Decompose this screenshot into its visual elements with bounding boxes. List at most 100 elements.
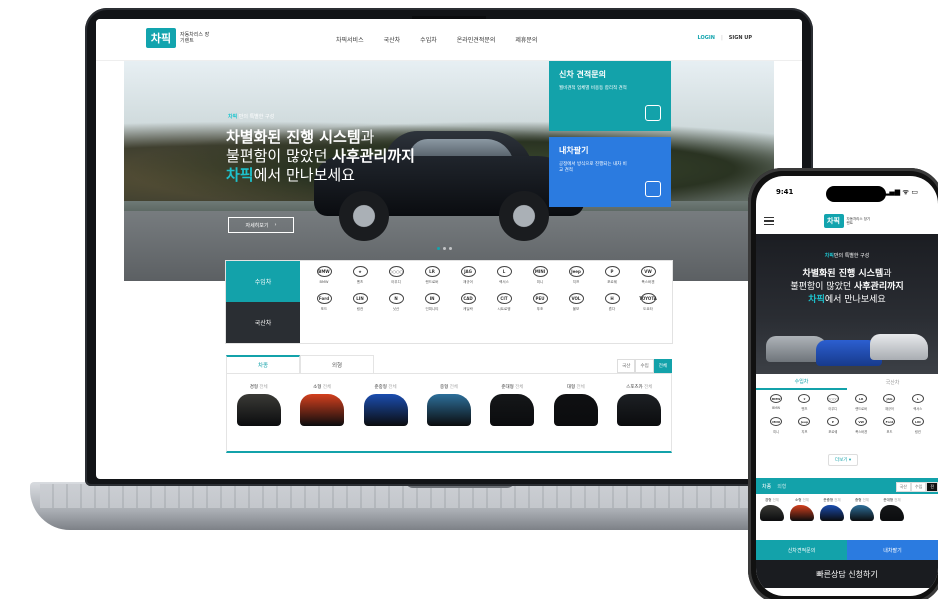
brand-name: 벤츠: [356, 280, 364, 284]
carousel-dots[interactable]: [437, 247, 452, 250]
brand-name: 렉서스: [499, 280, 509, 284]
brand-name: 미니: [536, 280, 544, 284]
vehicle-type-item[interactable]: 준대형 전체: [490, 384, 535, 451]
mobile-brand-item[interactable]: LR 랜드로버: [847, 394, 875, 411]
brand-name: 아우디: [828, 407, 838, 411]
mobile-new-car-quote-button[interactable]: 신차견적문의: [756, 540, 847, 560]
vehicle-type-item[interactable]: 준대형 전체: [880, 498, 904, 521]
laptop-brand-item[interactable]: LIN 링컨: [342, 293, 378, 312]
vehicle-type-item[interactable]: 대형 전체: [553, 384, 598, 451]
laptop-brand-item[interactable]: JAG 재규어: [450, 266, 486, 285]
laptop-brand-item[interactable]: PEU 푸조: [522, 293, 558, 312]
laptop-brand-item[interactable]: L 렉서스: [486, 266, 522, 285]
brand-logo-icon: L: [911, 394, 924, 403]
vehicle-type-item[interactable]: 중형 전체: [850, 498, 874, 521]
tab-car-type[interactable]: 차종: [226, 355, 300, 373]
menu-item-service[interactable]: 차픽서비스: [336, 35, 364, 44]
laptop-brand-item[interactable]: P 포르쉐: [594, 266, 630, 285]
tab-imported[interactable]: 수입차: [226, 261, 300, 302]
laptop-brand-item[interactable]: CAD 캐딜락: [450, 293, 486, 312]
laptop-brand-item[interactable]: VW 폭스바겐: [630, 266, 666, 285]
mobile-brand-item[interactable]: JAG 재규어: [875, 394, 903, 411]
brand-name: 렉서스: [913, 407, 923, 411]
laptop-brand-item[interactable]: TOYOTA 도요타: [630, 293, 666, 312]
laptop-brand-item[interactable]: MINI 미니: [522, 266, 558, 285]
tab-exterior[interactable]: 외형: [300, 355, 374, 373]
mobile-brand-item[interactable]: LIN 링컨: [904, 417, 932, 434]
signal-wifi-battery-icon: ▂▄▆ ᯤ ▭: [883, 188, 918, 196]
laptop-brand-item[interactable]: ○○○○ 아우디: [378, 266, 414, 285]
vehicle-type-item[interactable]: 스포츠카 전체: [617, 384, 662, 451]
mobile-filter-domestic[interactable]: 국산: [895, 482, 911, 492]
laptop-brand-item[interactable]: IN 인피니티: [414, 293, 450, 312]
vehicle-type-label: 준대형 전체: [501, 385, 524, 390]
more-info-button[interactable]: 자세히보기 ›: [228, 217, 294, 233]
site-logo[interactable]: 차픽 자동차리스 장기렌트: [146, 28, 210, 48]
laptop-brand-item[interactable]: BMW BMW: [306, 266, 342, 285]
menu-item-domestic[interactable]: 국산차: [384, 35, 401, 44]
mobile-filter-all[interactable]: 전: [926, 482, 938, 492]
laptop-brand-item[interactable]: LR 랜드로버: [414, 266, 450, 285]
brand-name: 재규어: [463, 280, 473, 284]
laptop-brand-item[interactable]: CIT 시트로엥: [486, 293, 522, 312]
hamburger-menu-icon[interactable]: [764, 217, 774, 225]
mobile-brand-item[interactable]: ★ 벤츠: [790, 394, 818, 411]
mobile-brand-item[interactable]: VW 폭스바겐: [847, 417, 875, 434]
vehicle-type-label: 준중형 전체: [823, 498, 841, 502]
filter-domestic[interactable]: 국산: [617, 359, 636, 373]
mobile-brand-grid: BMW BMW ★ 벤츠 ○○○○ 아우디 LR 랜드로버 JAG 재규어 L 렉서스 MINI 미니 Je…: [762, 394, 932, 434]
mobile-brand-item[interactable]: BMW BMW: [762, 394, 790, 411]
brand-name: 미니: [773, 430, 780, 434]
tab-domestic[interactable]: 국산차: [226, 302, 300, 343]
laptop-brand-item[interactable]: Ford 포드: [306, 293, 342, 312]
vehicle-thumbnail: [300, 394, 345, 426]
mobile-brand-item[interactable]: MINI 미니: [762, 417, 790, 434]
mobile-brand-item[interactable]: ○○○○ 아우디: [819, 394, 847, 411]
vehicle-type-label: 중형 전체: [854, 498, 870, 502]
mobile-sell-car-button[interactable]: 내차팔기: [847, 540, 938, 560]
login-link[interactable]: LOGIN: [698, 35, 715, 41]
brand-logo-icon: BMW: [316, 266, 332, 277]
vehicle-type-item[interactable]: 준중형 전체: [820, 498, 844, 521]
laptop-brand-item[interactable]: ★ 벤츠: [342, 266, 378, 285]
vehicle-type-item[interactable]: 소형 전체: [300, 384, 345, 451]
mobile-tab-imported[interactable]: 수입차: [756, 374, 847, 390]
new-car-quote-panel[interactable]: 신차 견적문의 월비견적 업체별 비용등 합리적 견적: [549, 61, 671, 131]
quick-consult-button[interactable]: 빠른상담 신청하기: [756, 560, 938, 588]
mobile-cta-bar: 신차견적문의 내차팔기: [756, 540, 938, 560]
mobile-brand-item[interactable]: P 포르쉐: [819, 417, 847, 434]
sell-my-car-panel[interactable]: 내차팔기 공정에서 방식으로 진행되는 내차 비교 견적: [549, 137, 671, 207]
mobile-brand-item[interactable]: Jeep 지프: [790, 417, 818, 434]
laptop-brand-item[interactable]: Jeep 지프: [558, 266, 594, 285]
laptop-brand-item[interactable]: VOL 볼보: [558, 293, 594, 312]
brand-logo-icon: LR: [424, 266, 440, 277]
mobile-filter-imported[interactable]: 수입: [910, 482, 927, 492]
vehicle-type-item[interactable]: 소형 전체: [790, 498, 814, 521]
mobile-logo-mark[interactable]: 차픽: [823, 214, 844, 228]
filter-all[interactable]: 전체: [653, 359, 672, 373]
mobile-tab-exterior[interactable]: 외형: [777, 483, 786, 490]
brand-logo-icon: ○○○○: [388, 266, 404, 277]
menu-item-online-quote[interactable]: 온라인견적문의: [457, 35, 496, 44]
vehicle-type-label: 대형 전체: [566, 385, 585, 390]
laptop-brand-item[interactable]: N 닛산: [378, 293, 414, 312]
mobile-tab-domestic[interactable]: 국산차: [847, 374, 938, 390]
mobile-tab-car-type[interactable]: 차종: [762, 483, 771, 490]
more-brands-button[interactable]: 더보기 ▾: [828, 454, 859, 466]
vehicle-type-item[interactable]: 경형 전체: [760, 498, 784, 521]
panel-desc: 공정에서 방식으로 진행되는 내차 비교 견적: [559, 162, 627, 173]
mobile-hero-cars-image: [766, 326, 928, 368]
menu-item-partnership[interactable]: 제휴문의: [515, 35, 537, 44]
vehicle-type-item[interactable]: 준중형 전체: [363, 384, 408, 451]
filter-imported[interactable]: 수입: [635, 359, 654, 373]
brand-logo-icon: IN: [424, 293, 440, 304]
dynamic-island: [826, 186, 886, 202]
vehicle-type-item[interactable]: 경형 전체: [236, 384, 281, 451]
signup-link[interactable]: SIGN UP: [729, 35, 752, 41]
mobile-vehicle-bar: 차종 외형 국산 수입 전: [756, 478, 938, 494]
menu-item-imported[interactable]: 수입차: [420, 35, 437, 44]
mobile-brand-item[interactable]: L 렉서스: [904, 394, 932, 411]
vehicle-type-item[interactable]: 중형 전체: [426, 384, 471, 451]
mobile-brand-item[interactable]: Ford 포드: [875, 417, 903, 434]
laptop-brand-item[interactable]: H 혼다: [594, 293, 630, 312]
